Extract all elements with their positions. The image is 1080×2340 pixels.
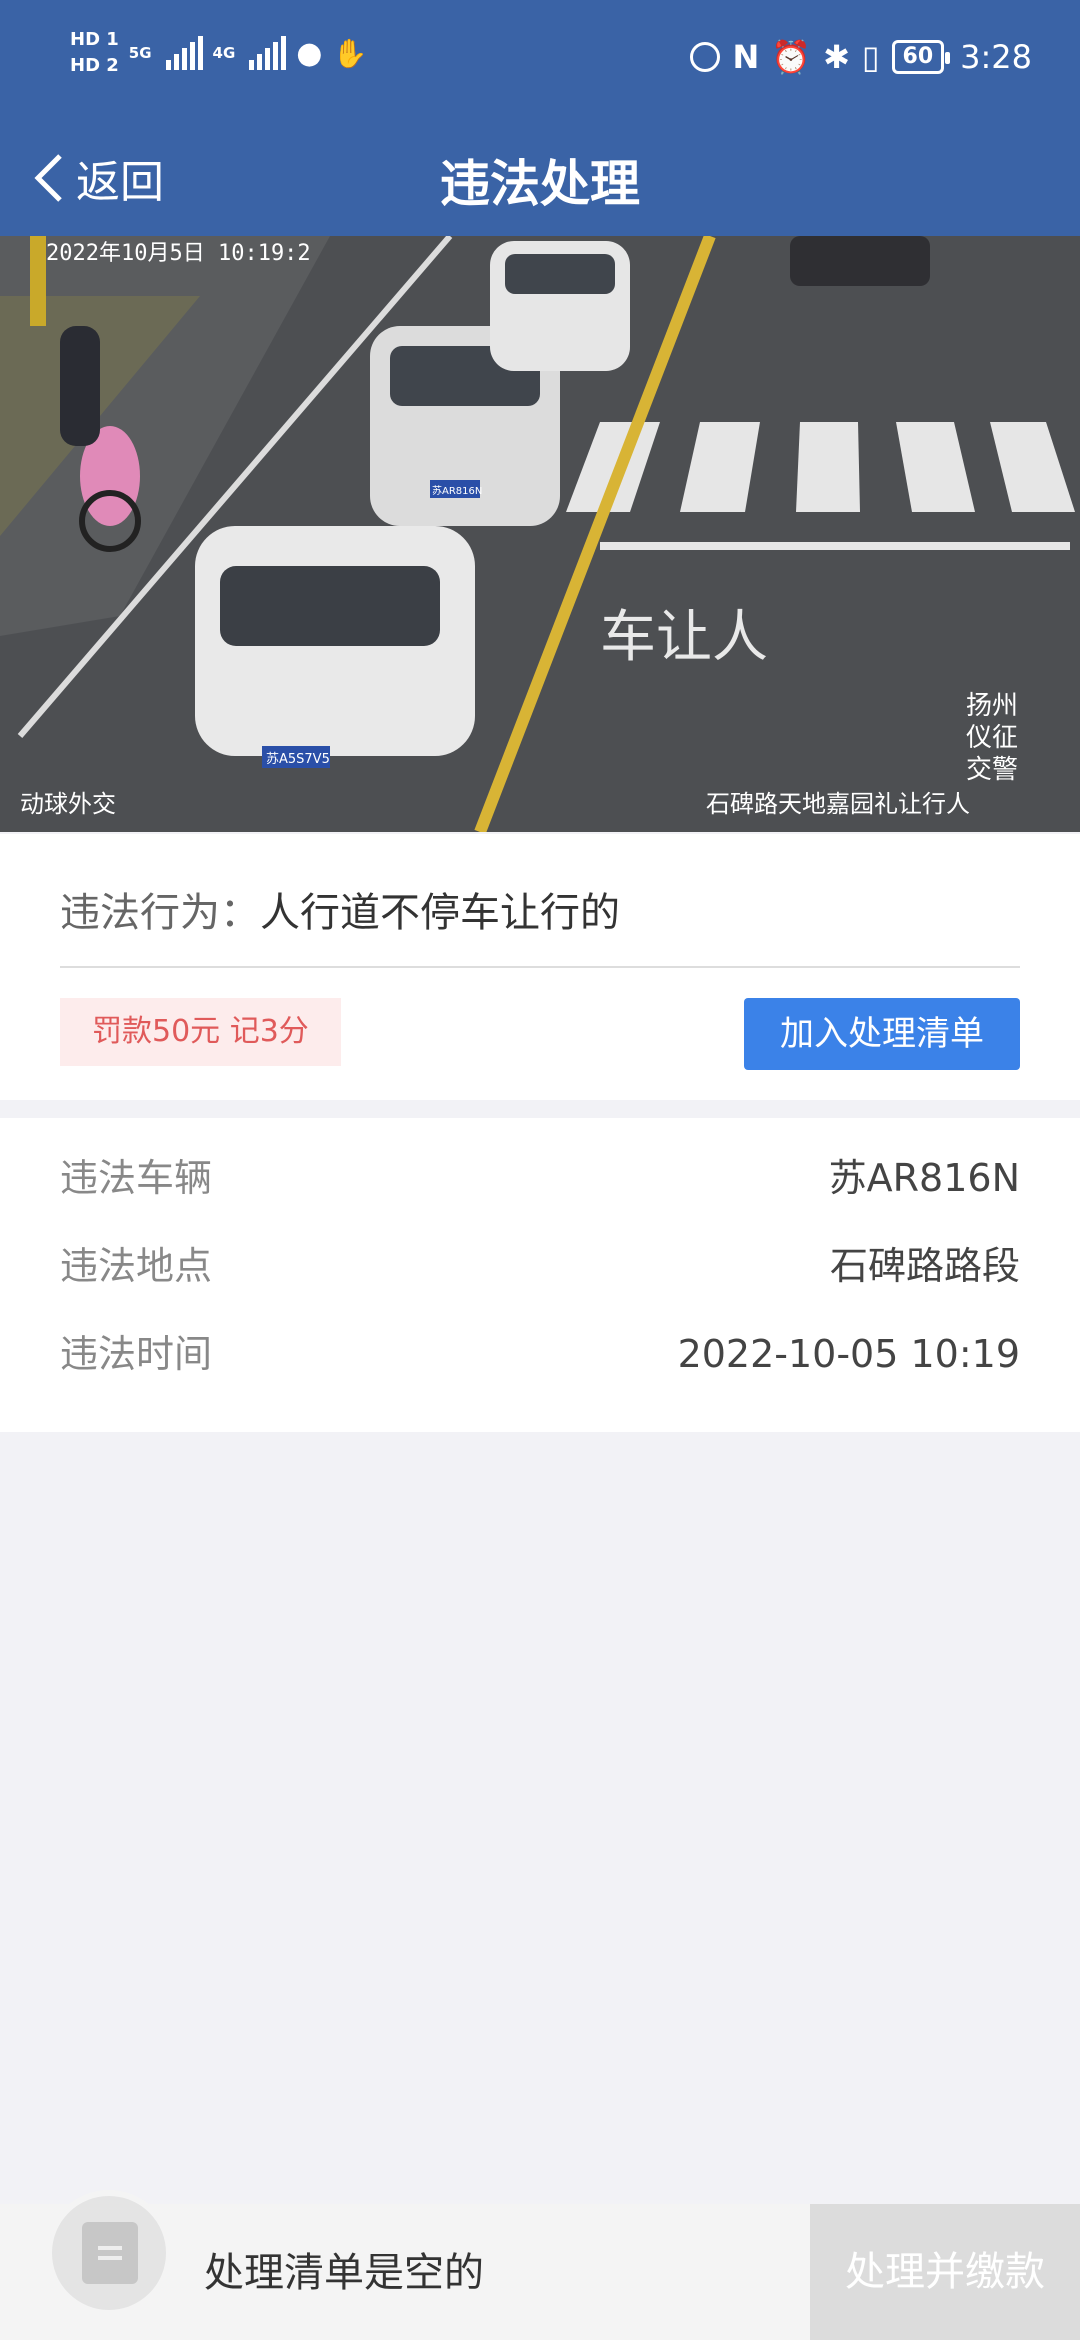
violation-details: 违法车辆 苏AR816N 违法地点 石碑路路段 违法时间 2022-10-05 … [0,1118,1080,1432]
violation-photo[interactable]: 车让人 2022年10月5日 10:19:2 动球外交 石碑路天地嘉园礼让行人 … [0,236,1080,832]
hd-indicator: HD 1 HD 2 [70,30,119,76]
battery-icon: 60 [891,40,950,74]
hd1-label: HD 1 [70,29,119,50]
detail-value: 苏AR816N [828,1156,1020,1200]
divider [60,966,1020,968]
vibrate-icon: ▯ [861,38,880,76]
plate-front: 苏A5S7V5 [266,751,330,767]
detail-key: 违法地点 [60,1244,213,1288]
behavior-value: 人行道不停车让行的 [260,890,620,936]
alarm-icon: ⏰ [771,38,812,76]
data-saver-icon [690,42,721,72]
plate-middle: 苏AR816N [432,484,482,497]
watermark-line-3: 交警 [966,755,1018,785]
signal-icon [249,36,287,70]
clock: 3:28 [960,38,1032,76]
app-header: HD 1 HD 2 5G 4G ● ✋ N ⏰ ✱ ▯ 60 3:28 返回 违… [0,0,1080,236]
car-white-far [490,241,630,371]
detail-value: 2022-10-05 10:19 [677,1332,1020,1376]
list-icon [82,2222,138,2284]
process-and-pay-button[interactable]: 处理并缴款 [810,2204,1080,2340]
watermark-line-1: 扬州 [966,691,1018,721]
watermark-line-2: 仪征 [966,723,1018,753]
detail-row-location: 违法地点 石碑路路段 [60,1236,1020,1296]
detail-row-time: 违法时间 2022-10-05 10:19 [60,1324,1020,1384]
nav-bar: 返回 违法处理 [0,120,1080,236]
fine-tag: 罚款50元 记3分 [60,998,341,1066]
signal-icon [165,36,203,70]
detail-key: 违法时间 [60,1332,213,1376]
violation-behavior: 违法行为：人行道不停车让行的 [60,880,620,938]
page-title: 违法处理 [440,155,640,213]
nfc-icon: N [732,38,760,76]
processing-list-button[interactable] [46,2190,172,2316]
network-5g-label: 5G [128,44,152,62]
behavior-label: 违法行为： [60,890,260,936]
list-empty-text: 处理清单是空的 [204,2250,484,2296]
detail-key: 违法车辆 [60,1156,213,1200]
photo-caption-right: 石碑路天地嘉园礼让行人 [706,790,970,818]
detail-row-vehicle: 违法车辆 苏AR816N [60,1148,1020,1208]
detail-value: 石碑路路段 [829,1244,1020,1288]
wechat-icon: ● [296,35,323,71]
add-to-list-button[interactable]: 加入处理清单 [744,998,1020,1070]
bluetooth-icon: ✱ [823,38,850,76]
photo-caption-left: 动球外交 [20,790,116,818]
road-marking-text: 车让人 [600,605,768,670]
network-4g-label: 4G [212,44,236,62]
status-bar: HD 1 HD 2 5G 4G ● ✋ N ⏰ ✱ ▯ 60 3:28 [0,0,1080,120]
hd2-label: HD 2 [70,55,119,76]
photo-timestamp: 2022年10月5日 10:19:2 [46,241,311,266]
violation-card: 违法行为：人行道不停车让行的 罚款50元 记3分 加入处理清单 [0,834,1080,1100]
car-white-front [195,526,475,768]
hand-icon: ✋ [332,36,368,70]
